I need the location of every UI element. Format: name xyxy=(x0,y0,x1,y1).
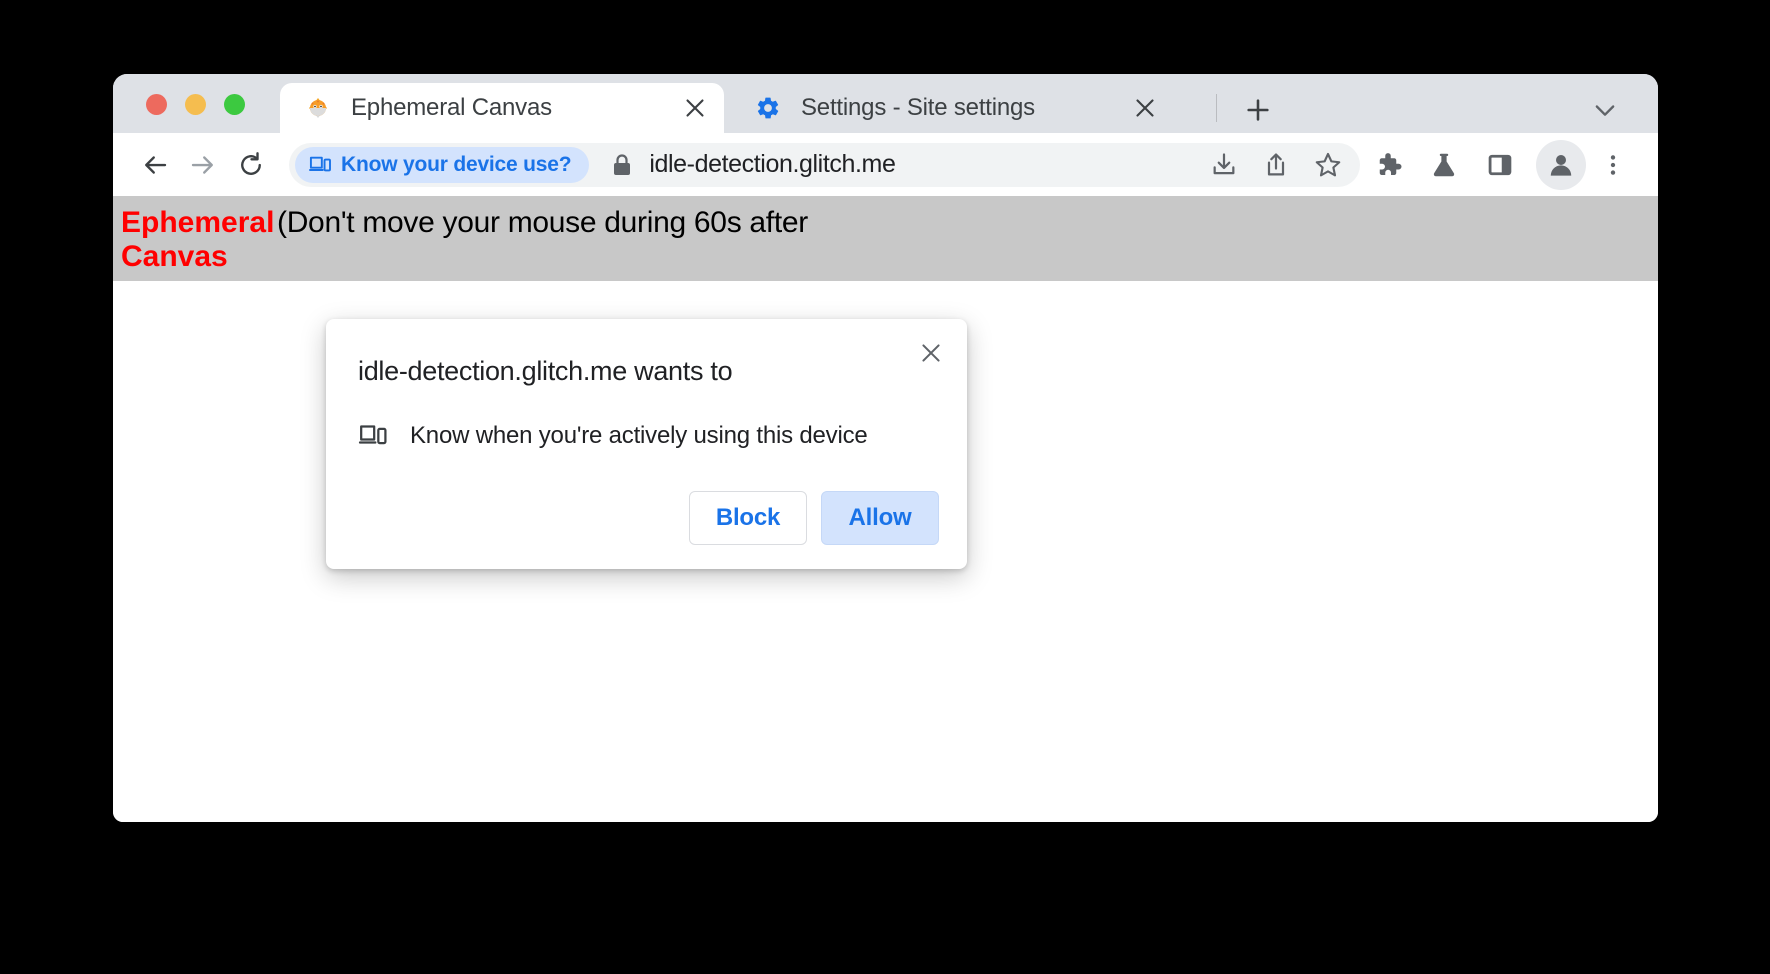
browser-toolbar: Know your device use? idle-detection.gli… xyxy=(113,133,1658,196)
back-button[interactable] xyxy=(131,141,179,189)
close-icon[interactable] xyxy=(913,335,949,371)
page-instruction-text: (Don't move your mouse during 60s after xyxy=(277,206,808,239)
tab-title: Settings - Site settings xyxy=(801,94,1035,121)
tab-close-button[interactable] xyxy=(680,93,710,123)
lock-icon[interactable] xyxy=(611,152,633,178)
permission-chip-label: Know your device use? xyxy=(341,152,572,176)
forward-button[interactable] xyxy=(179,141,227,189)
page-viewport: Ephemeral Canvas (Don't move your mouse … xyxy=(113,196,1658,822)
dialog-permission-text: Know when you're actively using this dev… xyxy=(410,422,868,450)
extensions-puzzle-icon[interactable] xyxy=(1360,141,1416,189)
tab-strip: Ephemeral Canvas Settings - Site setting… xyxy=(113,74,1658,133)
page-title: Ephemeral Canvas xyxy=(121,206,275,273)
window-close-button[interactable] xyxy=(146,94,167,115)
download-icon[interactable] xyxy=(1198,143,1250,187)
gear-icon xyxy=(755,95,781,121)
tab-separator xyxy=(1216,94,1217,122)
dialog-title: idle-detection.glitch.me wants to xyxy=(358,356,733,386)
side-panel-icon[interactable] xyxy=(1472,141,1528,189)
three-dot-menu-icon[interactable] xyxy=(1590,141,1636,189)
new-tab-button[interactable] xyxy=(1238,90,1278,130)
url-text: idle-detection.glitch.me xyxy=(649,150,896,178)
device-idle-icon xyxy=(309,155,331,175)
pufferfish-icon xyxy=(305,95,331,121)
reload-button[interactable] xyxy=(227,141,275,189)
tab-settings-site-settings[interactable]: Settings - Site settings xyxy=(730,83,1174,133)
screenshot-root: Ephemeral Canvas Settings - Site setting… xyxy=(0,0,1770,974)
dialog-actions: Block Allow xyxy=(358,491,939,546)
browser-window: Ephemeral Canvas Settings - Site setting… xyxy=(113,74,1658,822)
permission-chip-know-device-use[interactable]: Know your device use? xyxy=(295,146,590,183)
block-button[interactable]: Block xyxy=(689,491,807,546)
window-minimize-button[interactable] xyxy=(185,94,206,115)
window-maximize-button[interactable] xyxy=(224,94,245,115)
profile-avatar-icon[interactable] xyxy=(1536,139,1586,190)
device-idle-icon xyxy=(358,421,392,451)
window-traffic-lights xyxy=(146,94,245,115)
bookmark-star-icon[interactable] xyxy=(1302,143,1354,187)
experiments-flask-icon[interactable] xyxy=(1416,141,1472,189)
tab-title: Ephemeral Canvas xyxy=(351,94,552,121)
address-bar[interactable]: Know your device use? idle-detection.gli… xyxy=(289,142,1360,187)
tab-close-button[interactable] xyxy=(1130,93,1160,123)
dialog-permission-row: Know when you're actively using this dev… xyxy=(358,421,939,451)
page-banner: Ephemeral Canvas (Don't move your mouse … xyxy=(113,196,1658,281)
permission-dialog: idle-detection.glitch.me wants to Know w… xyxy=(326,319,967,570)
chevron-down-icon[interactable] xyxy=(1586,91,1624,129)
allow-button[interactable]: Allow xyxy=(821,491,939,546)
share-icon[interactable] xyxy=(1250,143,1302,187)
tab-ephemeral-canvas[interactable]: Ephemeral Canvas xyxy=(280,83,724,133)
